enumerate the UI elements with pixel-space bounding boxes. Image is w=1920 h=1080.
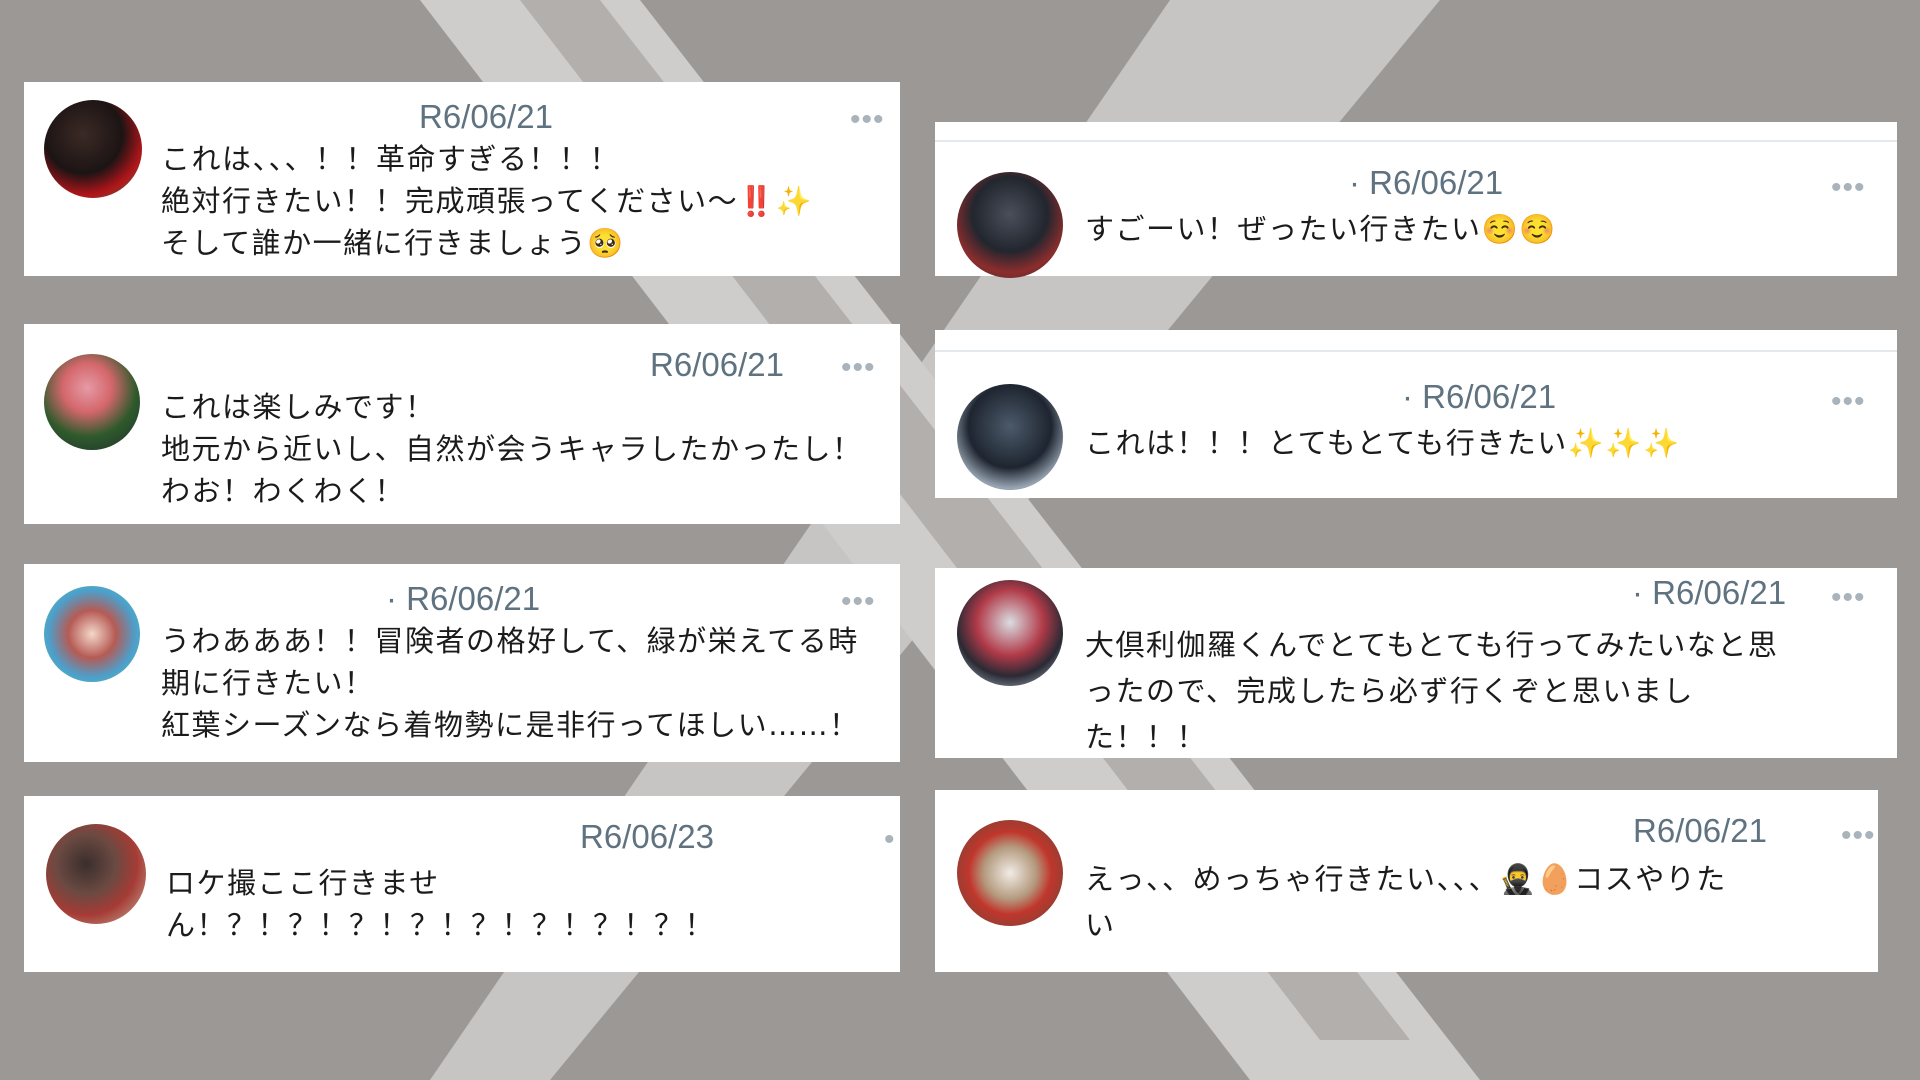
reply-text: えっ、、めっちゃ行きたい、、、🥷🥚コスやりた い bbox=[1085, 856, 1727, 948]
post-date: · R6/06/21 bbox=[386, 580, 541, 617]
reply-text-line: これは楽しみです！ bbox=[161, 390, 436, 424]
avatar[interactable] bbox=[46, 824, 146, 924]
reply-card[interactable]: · R6/06/21 ••• すごーい！ぜったい行きたい☺️☺️ bbox=[935, 122, 1897, 278]
more-dots-icon: ••• bbox=[850, 103, 885, 136]
avatar[interactable] bbox=[44, 100, 142, 198]
more-dots-icon: ••• bbox=[841, 585, 876, 618]
reply-text-line: そして誰か一緒に行きましょう🥺 bbox=[161, 226, 625, 260]
reply-text: これは楽しみです！ 地元から近いし、自然が会うキャラしたかったし！ わお！わくわ… bbox=[161, 386, 863, 512]
reply-text-line: 期に行きたい！ bbox=[161, 666, 375, 700]
reply-text-line: た！！！ bbox=[1085, 720, 1208, 754]
reply-text: これは！！！とてもとても行きたい✨✨✨ bbox=[1085, 422, 1681, 464]
post-date: R6/06/21 bbox=[419, 98, 553, 135]
reply-text-line: わお！わくわく！ bbox=[161, 474, 406, 508]
reply-text-line: 絶対行きたい！！完成頑張ってください〜‼️✨ bbox=[161, 184, 814, 218]
divider bbox=[935, 140, 1897, 142]
post-date: · R6/06/21 bbox=[1632, 574, 1787, 611]
reply-text-line: い bbox=[1085, 908, 1116, 942]
avatar[interactable] bbox=[957, 172, 1063, 278]
post-date: R6/06/21 bbox=[1633, 812, 1767, 849]
more-dots-icon: ••• bbox=[1841, 819, 1876, 852]
reply-text-line: えっ、、めっちゃ行きたい、、、🥷🥚コスやりた bbox=[1085, 862, 1727, 896]
reply-text: すごーい！ぜったい行きたい☺️☺️ bbox=[1085, 208, 1557, 250]
more-options-button[interactable]: ••• bbox=[1831, 173, 1866, 203]
reply-text-line: これは！！！とてもとても行きたい✨✨✨ bbox=[1085, 426, 1681, 460]
more-options-button[interactable]: • bbox=[884, 825, 896, 855]
more-dots-icon: ••• bbox=[1831, 385, 1866, 418]
reply-text-line: すごーい！ぜったい行きたい☺️☺️ bbox=[1085, 212, 1557, 246]
divider bbox=[935, 350, 1897, 352]
reply-card[interactable]: · R6/06/21 ••• うわあああ！！冒険者の格好して、緑が栄えてる時 期… bbox=[24, 564, 900, 762]
reply-text: うわあああ！！冒険者の格好して、緑が栄えてる時 期に行きたい！ 紅葉シーズンなら… bbox=[161, 620, 860, 746]
reply-card[interactable]: R6/06/21 ••• これは楽しみです！ 地元から近いし、自然が会うキャラし… bbox=[24, 324, 900, 524]
reply-text-line: 紅葉シーズンなら着物勢に是非行ってほしい……！ bbox=[161, 708, 860, 742]
more-options-button[interactable]: ••• bbox=[850, 105, 885, 135]
reply-text-line: ったので、完成したら必ず行くぞと思いまし bbox=[1085, 674, 1694, 708]
more-dots-icon: ••• bbox=[1831, 171, 1866, 204]
reply-card[interactable]: R6/06/21 ••• これは、、、！！革命すぎる！！！ 絶対行きたい！！完成… bbox=[24, 82, 900, 276]
avatar[interactable] bbox=[44, 586, 140, 682]
more-dots-icon: ••• bbox=[1831, 581, 1866, 614]
post-date: · R6/06/21 bbox=[1349, 164, 1504, 201]
more-dots-icon: • bbox=[884, 823, 896, 856]
post-date: · R6/06/21 bbox=[1402, 378, 1557, 415]
more-options-button[interactable]: ••• bbox=[841, 587, 876, 617]
post-date: R6/06/21 bbox=[650, 346, 784, 383]
avatar[interactable] bbox=[44, 354, 140, 450]
reply-card[interactable]: R6/06/21 ••• えっ、、めっちゃ行きたい、、、🥷🥚コスやりた い bbox=[935, 790, 1878, 972]
reply-text-line: ロケ撮ここ行きませ bbox=[166, 866, 440, 900]
reply-card[interactable]: · R6/06/21 ••• これは！！！とてもとても行きたい✨✨✨ bbox=[935, 330, 1897, 498]
reply-text-line: これは、、、！！革命すぎる！！！ bbox=[161, 142, 621, 176]
more-dots-icon: ••• bbox=[841, 351, 876, 384]
reply-text-line: 地元から近いし、自然が会うキャラしたかったし！ bbox=[161, 432, 863, 466]
reply-text: 大倶利伽羅くんでとてもとても行ってみたいなと思 ったので、完成したら必ず行くぞと… bbox=[1085, 622, 1778, 760]
post-date: R6/06/23 bbox=[580, 818, 714, 855]
more-options-button[interactable]: ••• bbox=[1841, 821, 1876, 851]
more-options-button[interactable]: ••• bbox=[1831, 583, 1866, 613]
reply-text-line: 大倶利伽羅くんでとてもとても行ってみたいなと思 bbox=[1085, 628, 1779, 662]
more-options-button[interactable]: ••• bbox=[841, 353, 876, 383]
reply-text: ロケ撮ここ行きませ ん！？！？！？！？！？！？！？！？！ bbox=[166, 862, 715, 946]
reply-card[interactable]: · R6/06/21 ••• 大倶利伽羅くんでとてもとても行ってみたいなと思 っ… bbox=[935, 568, 1897, 758]
reply-card[interactable]: R6/06/23 • ロケ撮ここ行きませ ん！？！？！？！？！？！？！？！？！ bbox=[24, 796, 900, 972]
avatar[interactable] bbox=[957, 384, 1063, 490]
avatar[interactable] bbox=[957, 820, 1063, 926]
more-options-button[interactable]: ••• bbox=[1831, 387, 1866, 417]
reply-text: これは、、、！！革命すぎる！！！ 絶対行きたい！！完成頑張ってください〜‼️✨ … bbox=[161, 138, 813, 264]
reply-text-line: ん！？！？！？！？！？！？！？！？！ bbox=[166, 908, 716, 942]
avatar[interactable] bbox=[957, 580, 1063, 686]
reply-text-line: うわあああ！！冒険者の格好して、緑が栄えてる時 bbox=[161, 624, 859, 658]
